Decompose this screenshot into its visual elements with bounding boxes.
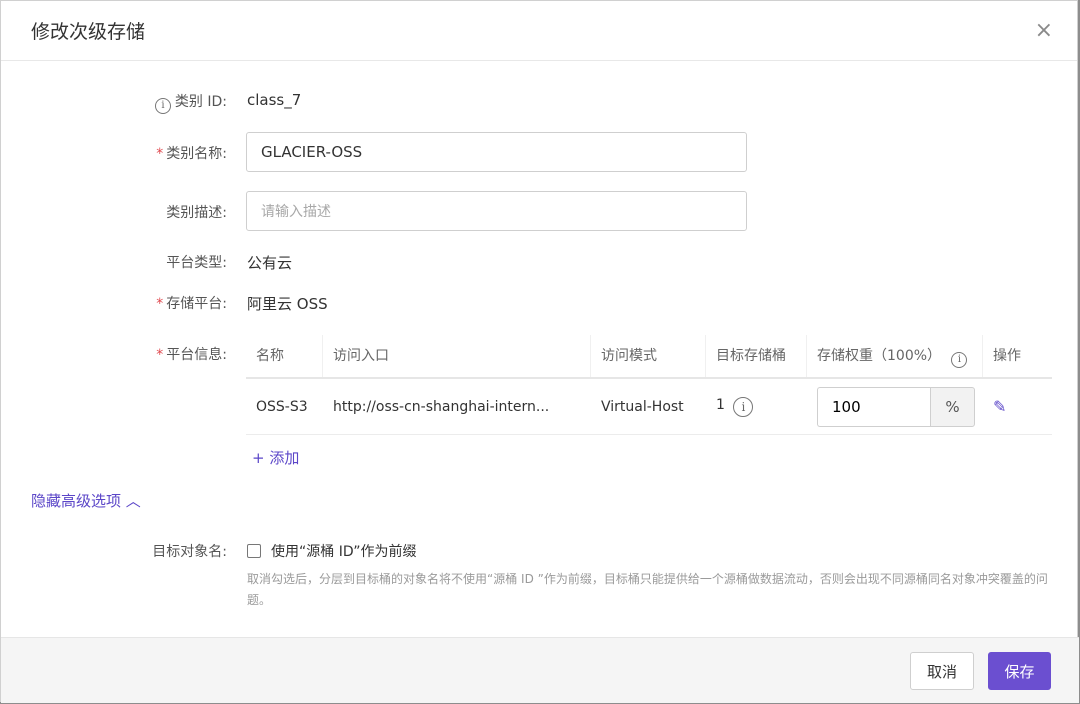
weight-unit: % — [930, 386, 975, 427]
required-mark: * — [156, 296, 164, 312]
header-mode: 访问模式 — [591, 335, 706, 377]
info-icon: i — [154, 98, 171, 114]
chevron-up-icon: ︿ — [125, 492, 141, 510]
target-object-label: 目标对象名: — [152, 544, 227, 560]
header-actions: 操作 — [993, 348, 1021, 364]
cell-endpoint: http://oss-cn-shanghai-intern... — [333, 398, 550, 415]
required-mark: * — [156, 146, 164, 162]
table-row: OSS-S3 http://oss-cn-shanghai-intern... … — [246, 379, 1052, 435]
cell-bucket: 1 i — [706, 396, 807, 417]
hide-advanced-options-toggle[interactable]: 隐藏高级选项 ︿ — [31, 490, 141, 511]
help-text: 取消勾选后，分层到目标桶的对象名将不使用“源桶 ID ”作为前缀，目标桶只能提供… — [247, 572, 1048, 607]
cell-actions: ✎ — [983, 397, 1052, 416]
add-platform-button[interactable]: + 添加 — [252, 447, 299, 468]
pencil-edit-icon[interactable]: ✎ — [993, 397, 1006, 416]
close-icon[interactable]: × — [1035, 19, 1053, 42]
table-header-row: 名称 访问入口 访问模式 目标存储桶 存储权重（100%） i 操作 — [246, 335, 1052, 379]
platform-type-value: 公有云 — [247, 254, 293, 272]
cancel-button[interactable]: 取消 — [910, 652, 974, 690]
class-name-label: * 类别名称: — [156, 146, 227, 162]
platform-table: 名称 访问入口 访问模式 目标存储桶 存储权重（100%） i 操作 OSS-S… — [246, 335, 1052, 435]
header-endpoint: 访问入口 — [323, 335, 591, 377]
dialog-footer: 取消 保存 — [1, 637, 1079, 703]
class-id-value: class_7 — [247, 91, 302, 109]
platform-type-label: 平台类型: — [166, 255, 227, 271]
class-desc-input[interactable] — [246, 191, 747, 231]
cell-mode: Virtual-Host — [601, 398, 684, 415]
edit-secondary-storage-dialog: 修改次级存储 × i类别 ID: class_7 *类别名称: 类别描述: 平台… — [0, 0, 1079, 703]
header-name: 名称 — [246, 335, 323, 377]
cell-name: OSS-S3 — [256, 398, 308, 415]
storage-platform-value: 阿里云 OSS — [247, 295, 328, 313]
info-icon[interactable]: i — [733, 396, 754, 417]
checkbox-label[interactable]: 使用“源桶 ID”作为前缀 — [271, 541, 417, 561]
header-weight: 存储权重（100%） i — [807, 335, 983, 377]
required-mark: * — [156, 347, 164, 363]
cell-weight: % — [807, 386, 983, 427]
header-bucket: 目标存储桶 — [706, 335, 807, 377]
use-source-bucket-id-checkbox[interactable] — [247, 544, 261, 558]
save-button[interactable]: 保存 — [988, 652, 1051, 690]
class-name-input[interactable] — [246, 132, 747, 172]
dialog-title: 修改次级存储 — [31, 21, 146, 43]
storage-platform-label: * 存储平台: — [156, 296, 227, 312]
weight-input[interactable] — [817, 386, 930, 427]
weight-input-group: % — [817, 386, 983, 427]
info-icon[interactable]: i — [951, 352, 968, 368]
class-id-label: i 类别 ID: — [154, 91, 227, 114]
dialog-header: 修改次级存储 × — [1, 1, 1077, 61]
class-desc-label: 类别描述: — [166, 205, 227, 221]
platform-info-label: * 平台信息: — [156, 347, 227, 363]
